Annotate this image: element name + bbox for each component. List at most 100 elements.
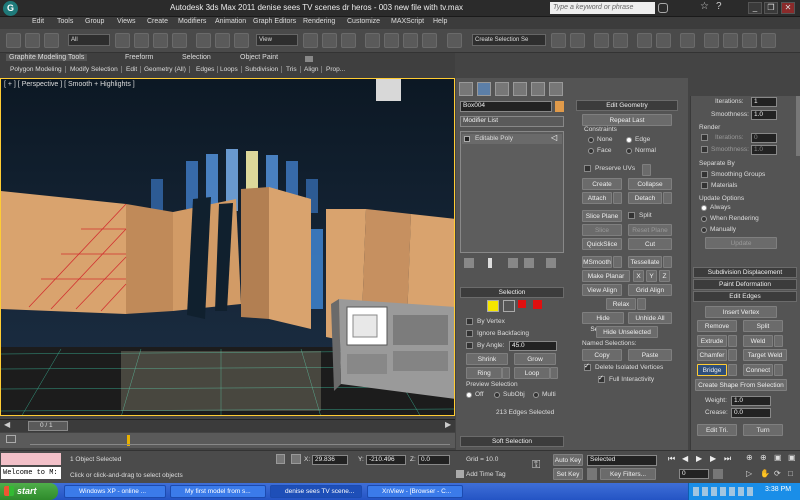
key-icon[interactable]: ⚿ <box>532 459 540 472</box>
menu-animation[interactable]: Animation <box>215 18 246 25</box>
quickslice-button[interactable]: QuickSlice <box>582 238 622 250</box>
pin-stack-icon[interactable] <box>464 258 474 268</box>
ribbon-properties[interactable]: Prop... <box>326 66 348 73</box>
ring-spinner[interactable] <box>502 367 510 379</box>
target-weld-button[interactable]: Target Weld <box>743 349 787 361</box>
ring-button[interactable]: Ring <box>466 367 502 379</box>
hierarchy-tab-icon[interactable] <box>495 82 509 96</box>
current-frame-field[interactable]: 0 <box>679 469 709 479</box>
object-name-field[interactable]: Box004 <box>460 101 552 112</box>
vertex-subobject-icon[interactable] <box>487 300 499 312</box>
render-smoothness-spinner[interactable]: 1.0 <box>751 145 777 155</box>
viewport-label[interactable]: [ + ] [ Perspective ] [ Smooth + Highlig… <box>4 81 135 88</box>
view-align-button[interactable]: View Align <box>582 284 622 296</box>
orbit-icon[interactable]: ⟳ <box>774 469 781 478</box>
select-link-icon[interactable] <box>25 33 40 48</box>
x-coord-field[interactable]: 29.836 <box>312 455 348 465</box>
perspective-viewport[interactable]: [ + ] [ Perspective ] [ Smooth + Highlig… <box>0 78 455 416</box>
loop-spinner[interactable] <box>550 367 558 379</box>
maxscript-listener[interactable]: Welcome to M: <box>1 467 61 479</box>
remove-button[interactable]: Remove <box>697 320 737 332</box>
smoothing-groups-checkbox[interactable] <box>701 171 708 178</box>
show-end-result-icon[interactable] <box>488 258 492 268</box>
restore-button[interactable]: ❐ <box>764 2 778 14</box>
edge-split-button[interactable]: Split <box>743 320 783 332</box>
relax-button[interactable]: Relax <box>606 298 636 310</box>
ribbon-tris[interactable]: Tris <box>286 66 301 73</box>
turn-button[interactable]: Turn <box>743 424 783 436</box>
loop-button[interactable]: Loop <box>514 367 550 379</box>
cut-button[interactable]: Cut <box>628 238 672 250</box>
chamfer-button[interactable]: Chamfer <box>697 349 727 361</box>
mirror-icon[interactable] <box>551 33 566 48</box>
soft-selection-rollout-header[interactable]: Soft Selection <box>460 436 564 447</box>
collapse-button[interactable]: Collapse <box>628 178 672 190</box>
star-icon[interactable]: ☆ <box>700 1 709 12</box>
constraint-none-radio[interactable] <box>588 137 594 143</box>
zoom-extents-icon[interactable]: ▣ <box>774 453 782 462</box>
rect-selection-icon[interactable] <box>153 33 168 48</box>
hide-selected-button[interactable]: Hide Selected <box>582 312 624 333</box>
task-windows-xp[interactable]: Windows XP - online ... <box>64 485 166 498</box>
menu-customize[interactable]: Customize <box>347 18 380 25</box>
modify-tab-icon[interactable] <box>477 82 491 96</box>
zoom-all-icon[interactable]: ⊕ <box>760 453 767 462</box>
render-iterations-spinner[interactable]: 0 <box>751 133 777 143</box>
preview-off-radio[interactable] <box>466 392 472 398</box>
connect-button[interactable]: Connect <box>743 364 773 376</box>
manually-radio[interactable] <box>701 227 707 233</box>
pan-icon[interactable]: ✋ <box>760 469 770 478</box>
time-config-icon[interactable] <box>713 469 723 479</box>
angle-spinner[interactable]: 45.0 <box>509 341 557 351</box>
selection-filter-dropdown[interactable]: All <box>68 34 110 46</box>
menu-rendering[interactable]: Rendering <box>303 18 335 25</box>
menu-modifiers[interactable]: Modifiers <box>178 18 206 25</box>
full-interactivity-checkbox[interactable] <box>598 374 605 383</box>
percent-snap-icon[interactable] <box>403 33 418 48</box>
play-icon[interactable]: ▶ <box>696 454 702 463</box>
menu-edit[interactable]: Edit <box>32 18 44 25</box>
shrink-button[interactable]: Shrink <box>466 353 508 365</box>
modifier-list-dropdown[interactable]: Modifier List <box>460 116 564 127</box>
update-button[interactable]: Update <box>705 237 777 249</box>
planar-z-button[interactable]: Z <box>659 270 670 282</box>
prev-key-icon[interactable]: ◀ <box>682 454 688 463</box>
select-by-name-icon[interactable] <box>134 33 149 48</box>
track-bar[interactable] <box>0 433 455 448</box>
msmooth-settings[interactable] <box>613 256 622 268</box>
tab-graphite-modeling-tools[interactable]: Graphite Modeling Tools <box>6 54 88 61</box>
render-iterative-icon[interactable] <box>761 33 776 48</box>
selection-rollout-header[interactable]: Selection <box>460 287 564 298</box>
lock-selection-icon[interactable] <box>276 454 285 464</box>
bridge-button[interactable]: Bridge <box>697 364 727 376</box>
layer-manager-icon[interactable] <box>594 33 609 48</box>
bridge-settings[interactable] <box>728 364 737 376</box>
next-key-icon[interactable]: ▶ <box>710 454 716 463</box>
by-vertex-checkbox[interactable] <box>466 318 473 325</box>
subdivision-displacement-rollout-header[interactable]: Subdivision Displacement <box>693 267 797 278</box>
relax-settings[interactable] <box>637 298 646 310</box>
absolute-mode-icon[interactable] <box>291 454 301 464</box>
menu-graph-editors[interactable]: Graph Editors <box>253 18 296 25</box>
set-key-button[interactable]: Set Key <box>553 468 583 480</box>
utilities-tab-icon[interactable] <box>549 82 563 96</box>
y-coord-field[interactable]: -210.496 <box>366 455 406 465</box>
help-icon[interactable]: ? <box>716 1 722 12</box>
edit-tri-button[interactable]: Edit Tri. <box>697 424 737 436</box>
menu-group[interactable]: Group <box>85 18 104 25</box>
detach-button[interactable]: Detach <box>628 192 662 204</box>
extrude-button[interactable]: Extrude <box>697 335 727 347</box>
always-radio[interactable] <box>701 205 707 211</box>
undo-icon[interactable] <box>6 33 21 48</box>
weld-button[interactable]: Weld <box>743 335 773 347</box>
reset-plane-button[interactable]: Reset Plane <box>628 224 672 236</box>
create-tab-icon[interactable] <box>459 82 473 96</box>
smoothness-spinner[interactable]: 1.0 <box>751 110 777 120</box>
create-button[interactable]: Create <box>582 178 622 190</box>
grid-align-button[interactable]: Grid Align <box>628 284 672 296</box>
mini-curve-icon[interactable] <box>6 435 16 443</box>
prev-frame-icon[interactable]: ◀ <box>4 420 10 429</box>
when-rendering-radio[interactable] <box>701 216 707 222</box>
edit-geometry-rollout-header[interactable]: Edit Geometry <box>576 100 678 111</box>
tray-icons[interactable] <box>693 487 753 496</box>
